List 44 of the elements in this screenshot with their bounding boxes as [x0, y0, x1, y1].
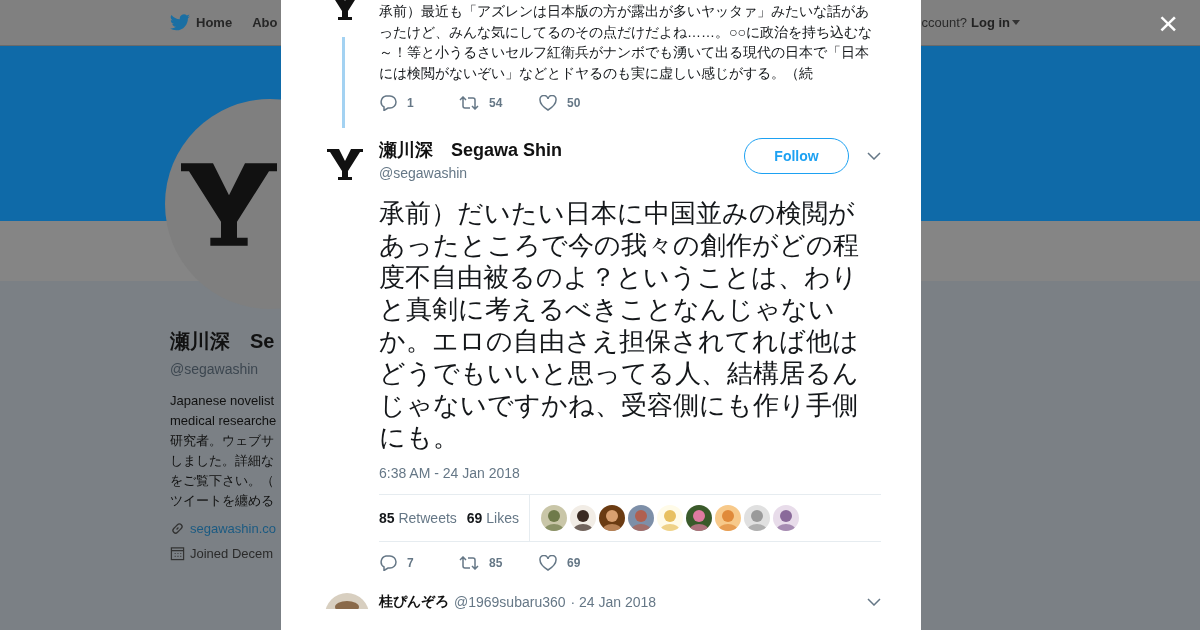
- reply-icon: [379, 555, 397, 571]
- reply-button[interactable]: 1: [379, 95, 459, 111]
- reply-icon: [379, 95, 397, 111]
- joined-date: Joined Decem: [190, 546, 274, 561]
- calendar-icon: [170, 546, 185, 561]
- link-icon: [170, 521, 185, 536]
- login-button[interactable]: Log in: [971, 15, 1020, 30]
- bio-line: medical researche: [170, 412, 278, 430]
- close-button[interactable]: ×: [1158, 6, 1178, 40]
- chevron-down-icon[interactable]: [867, 152, 881, 160]
- author-handle: @segawashin: [379, 165, 469, 181]
- profile-name: 瀬川深 Se: [170, 329, 276, 354]
- author-name: 桂ぴんぞろ: [379, 593, 449, 611]
- profile-handle: @segawashin: [170, 361, 260, 377]
- tweet-timestamp: 6:38 AM - 24 Jan 2018: [379, 465, 521, 481]
- logo-icon: [181, 162, 277, 246]
- like-button[interactable]: 50: [539, 95, 619, 111]
- bio-line: しました。詳細な: [170, 452, 275, 470]
- heart-icon: [539, 555, 557, 571]
- caret-icon: [1012, 20, 1020, 25]
- tweet-text: 承前）だいたい日本に中国並みの検閲があったところで今の我々の創作がどの程度不自由被るのよ？ということは、わりと真剣に考えるべきことなんじゃないか。エロの自由さえ担保されてれば他はどうでもいいと思ってる人、結構居るんじゃないですかね、受容側にも作り手側にも。: [379, 197, 860, 453]
- author-handle: @1969subaru360: [454, 594, 566, 610]
- bio-line: ツイートを纏める: [170, 492, 275, 510]
- retweet-icon: [459, 556, 479, 570]
- heart-icon: [539, 95, 557, 111]
- retweet-icon: [459, 96, 479, 110]
- bio-line: Japanese novelist: [170, 392, 276, 410]
- chevron-down-icon[interactable]: [867, 598, 881, 606]
- engagement-count-link[interactable]: 69 Likes: [466, 510, 519, 526]
- retweet-button[interactable]: 54: [459, 95, 539, 111]
- like-button[interactable]: 69: [539, 555, 619, 571]
- bio-line: 研究者。ウェブサ: [170, 432, 275, 450]
- retweet-button[interactable]: 85: [459, 555, 539, 571]
- bio-line: をご覧下さい。（: [170, 472, 275, 490]
- bird-icon: [170, 14, 190, 31]
- reply-button[interactable]: 7: [379, 555, 459, 571]
- about-link[interactable]: Abo: [252, 15, 278, 30]
- engagement-count-link[interactable]: 85 Retweets: [379, 510, 457, 526]
- follow-button[interactable]: Follow: [744, 138, 849, 174]
- tweet-text: 承前）最近も「アズレンは日本版の方が露出が多いヤッタァ」みたいな話があったけど、みんな気にしてるのその点だけだよね……。○○に政治を持ち込むな～！等と小うるさいセルフ紅衛兵がナンボでも湧いて出る現代の日本で「日本には検閲がないぞい」などとドヤるのも実に虚しい感じがする。（続: [379, 2, 873, 83]
- account-prompt: ccount?: [921, 15, 967, 30]
- home-link[interactable]: Home: [170, 14, 233, 31]
- tweet-date: · 24 Jan 2018: [570, 594, 657, 610]
- author-name: 瀬川深 Segawa Shin: [379, 139, 563, 162]
